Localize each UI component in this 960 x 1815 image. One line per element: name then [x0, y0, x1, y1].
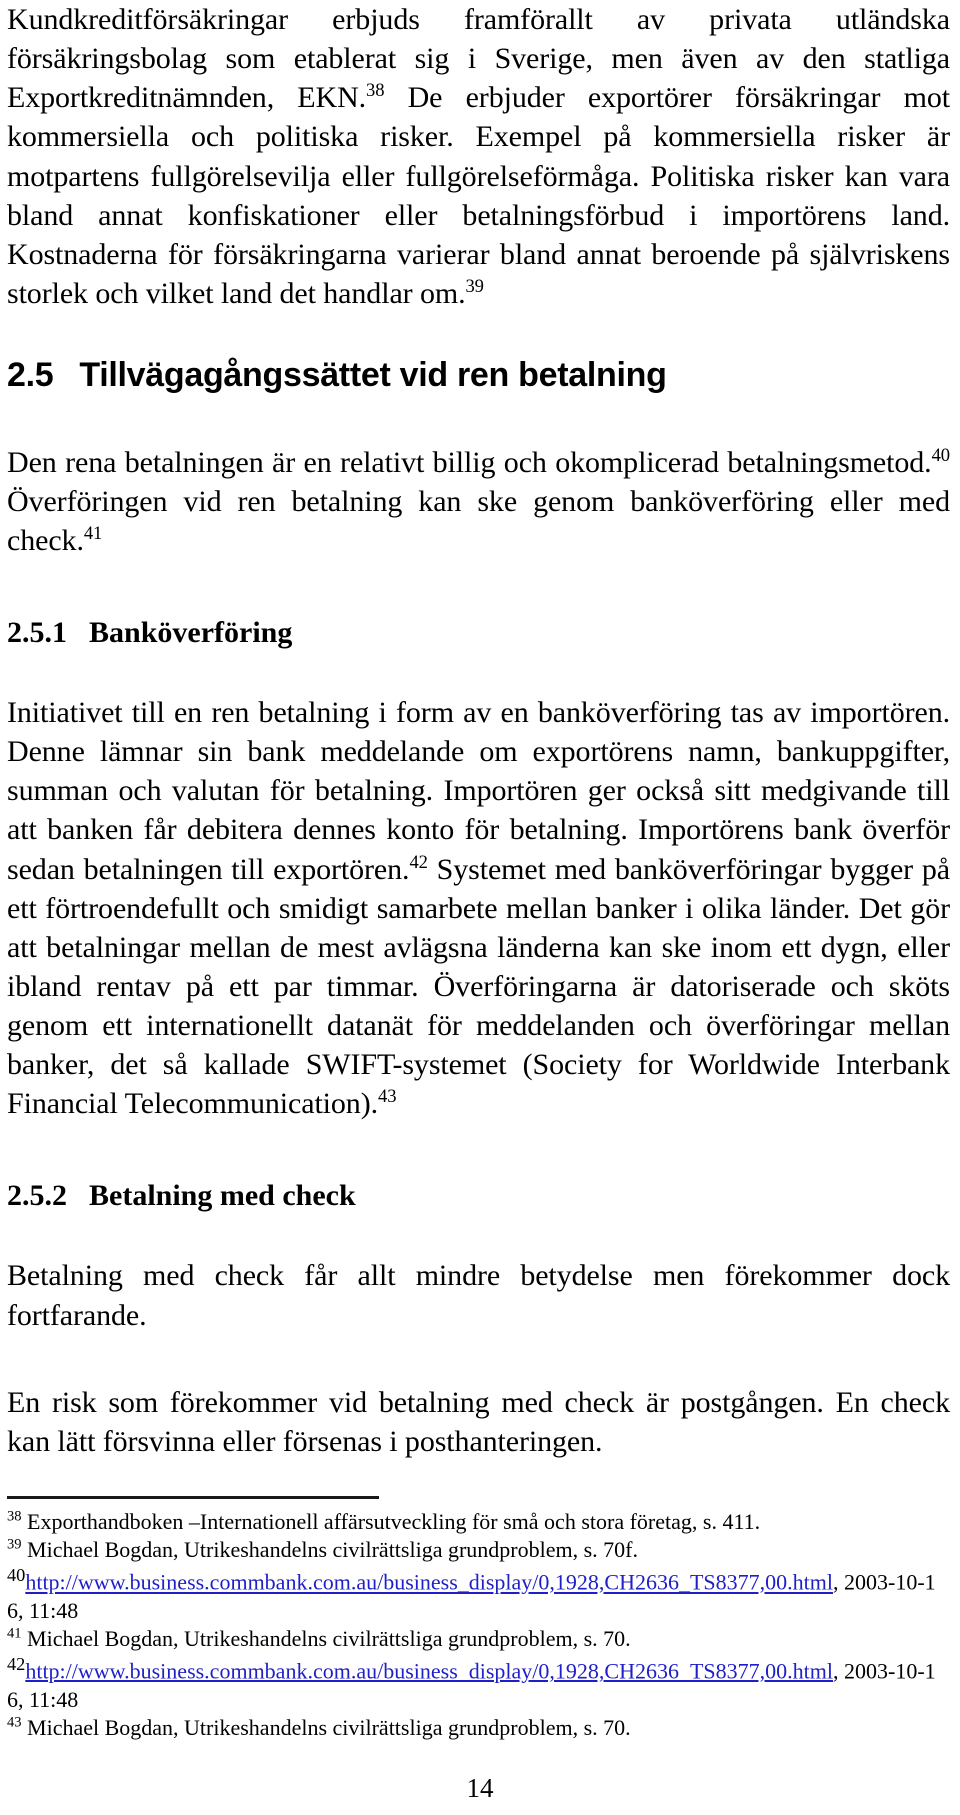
- document-page: Kundkreditförsäkringar erbjuds framföral…: [0, 0, 960, 1815]
- footnote-41-text: Michael Bogdan, Utrikeshandelns civilrät…: [27, 1625, 631, 1651]
- paragraph-4: Betalning med check får allt mindre bety…: [7, 1259, 950, 1332]
- heading-2-5-title: Tillvägagångssättet vid ren betalning: [79, 356, 667, 395]
- footnote-38-marker: 38: [7, 1508, 22, 1525]
- heading-2-5-2-title: Betalning med check: [89, 1179, 356, 1213]
- heading-2-5: 2.5 Tillvägagångssättet vid ren betalnin…: [7, 356, 950, 395]
- footnote-38: 38 Exporthandboken –Internationell affär…: [7, 1508, 950, 1536]
- footnote-43-text: Michael Bogdan, Utrikeshandelns civilrät…: [27, 1714, 631, 1740]
- footnote-40-marker: 40: [7, 1565, 26, 1586]
- footnote-43-marker: 43: [7, 1714, 22, 1731]
- paragraph-2: Den rena betalningen är en relativt bill…: [7, 443, 950, 560]
- footnote-40: 40http://www.business.commbank.com.au/bu…: [7, 1564, 950, 1625]
- footnote-40-url[interactable]: http://www.business.commbank.com.au/busi…: [25, 1570, 833, 1595]
- footnote-43: 43 Michael Bogdan, Utrikeshandelns civil…: [7, 1714, 950, 1742]
- footnote-ref-42[interactable]: 42: [409, 852, 428, 873]
- footnote-42-url[interactable]: http://www.business.commbank.com.au/busi…: [25, 1658, 833, 1683]
- footnote-42-marker: 42: [7, 1654, 26, 1675]
- heading-2-5-1: 2.5.1 Banköverföring: [7, 616, 950, 649]
- footnote-39-text: Michael Bogdan, Utrikeshandelns civilrät…: [27, 1537, 638, 1563]
- heading-2-5-2-number: 2.5.2: [7, 1179, 67, 1213]
- footnote-39: 39 Michael Bogdan, Utrikeshandelns civil…: [7, 1536, 950, 1564]
- footnote-ref-38[interactable]: 38: [366, 80, 385, 101]
- footnote-ref-39[interactable]: 39: [465, 276, 484, 297]
- footnote-ref-40[interactable]: 40: [932, 445, 951, 466]
- paragraph-3-text-b: Systemet med banköverföringar bygger på …: [7, 852, 950, 1121]
- paragraph-2-text-b: Överföringen vid ren betalning kan ske g…: [7, 484, 950, 557]
- footnote-ref-43[interactable]: 43: [378, 1086, 397, 1107]
- footnote-38-text: Exporthandboken –Internationell affärsut…: [27, 1509, 761, 1534]
- heading-2-5-1-number: 2.5.1: [7, 615, 67, 649]
- page-number: 14: [466, 1773, 494, 1803]
- heading-2-5-2: 2.5.2 Betalning med check: [7, 1179, 950, 1212]
- footnote-41: 41 Michael Bogdan, Utrikeshandelns civil…: [7, 1625, 950, 1653]
- footnote-separator: [7, 1496, 379, 1499]
- footnote-39-marker: 39: [7, 1536, 22, 1553]
- footnote-block: 38 Exporthandboken –Internationell affär…: [7, 1496, 950, 1742]
- footnote-41-marker: 41: [7, 1625, 22, 1642]
- paragraph-3: Initiativet till en ren betalning i form…: [7, 693, 950, 1124]
- heading-2-5-number: 2.5: [7, 356, 54, 395]
- heading-2-5-1-title: Banköverföring: [89, 615, 293, 649]
- footnote-ref-41[interactable]: 41: [84, 523, 103, 544]
- paragraph-5: En risk som förekommer vid betalning med…: [7, 1385, 950, 1458]
- paragraph-2-text-a: Den rena betalningen är en relativt bill…: [7, 445, 932, 479]
- footnote-42: 42http://www.business.commbank.com.au/bu…: [7, 1653, 950, 1714]
- paragraph-1: Kundkreditförsäkringar erbjuds framföral…: [7, 0, 950, 313]
